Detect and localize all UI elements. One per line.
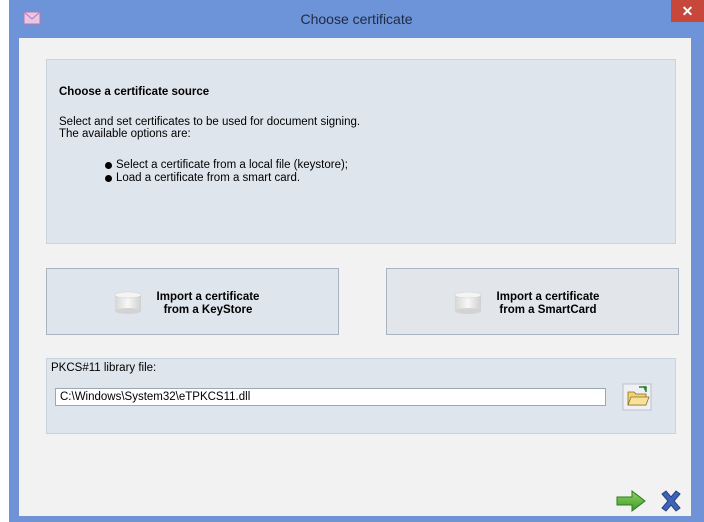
window-title: Choose certificate [300,11,413,27]
cylinder-icon [114,291,142,314]
list-item-text: Select a certificate from a local file (… [116,159,348,171]
keystore-label: Import a certificate from a KeyStore [143,291,273,317]
import-keystore-button[interactable]: Import a certificate from a KeyStore [46,268,339,335]
smartcard-label-line2: from a SmartCard [499,304,597,316]
close-button[interactable]: ✕ [671,0,704,22]
pkcs-library-path-input[interactable] [55,388,606,406]
list-item: Select a certificate from a local file (… [105,159,348,172]
keystore-label-line1: Import a certificate [156,291,260,303]
options-list: Select a certificate from a local file (… [105,159,348,185]
info-title: Choose a certificate source [59,86,210,98]
choose-certificate-dialog: Choose certificate ✕ Choose a certificat… [9,0,704,522]
folder-open-icon[interactable] [622,383,652,411]
blue-x-icon[interactable] [658,488,684,514]
title-bar[interactable]: Choose certificate ✕ [9,0,704,38]
background-strip [0,0,9,522]
bullet-icon [105,162,112,169]
info-panel: Choose a certificate source Select and s… [46,59,676,244]
dialog-body: Choose a certificate source Select and s… [19,38,691,516]
import-smartcard-button[interactable]: Import a certificate from a SmartCard [386,268,679,335]
pkcs-label: PKCS#11 library file: [51,362,157,374]
smartcard-label: Import a certificate from a SmartCard [483,291,613,317]
smartcard-label-line1: Import a certificate [496,291,600,303]
info-description: Select and set certificates to be used f… [59,116,361,140]
cylinder-icon [454,291,482,314]
list-item-text: Load a certificate from a smart card. [116,172,301,184]
pkcs-panel: PKCS#11 library file: [46,358,676,434]
list-item: Load a certificate from a smart card. [105,172,348,185]
keystore-label-line2: from a KeyStore [163,304,253,316]
green-arrow-icon[interactable] [615,490,647,512]
bullet-icon [105,175,112,182]
